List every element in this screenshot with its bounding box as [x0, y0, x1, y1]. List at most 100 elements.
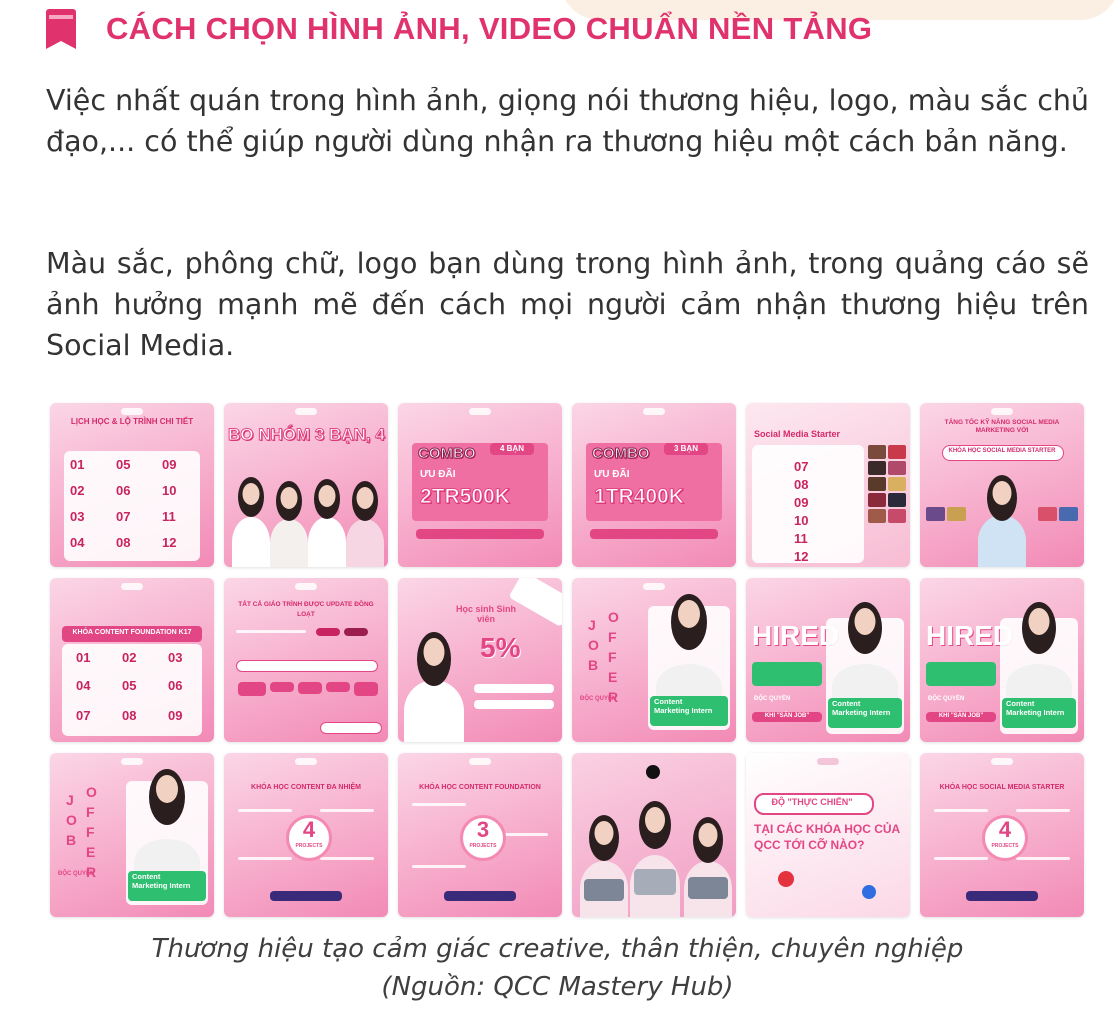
project-count: 4	[302, 817, 316, 842]
person-photo	[832, 598, 898, 708]
register-button-graphic	[444, 891, 516, 901]
bookmark-icon	[46, 9, 76, 49]
session-number: 05	[122, 678, 137, 693]
gallery-tile-content-multitask: KHÓA HỌC CONTENT ĐA NHIỆM 4 PROJECTS	[224, 753, 388, 917]
laptop-graphic	[584, 879, 624, 901]
brand-logo	[643, 408, 665, 415]
gallery-tile-curriculum-update: TẤT CẢ GIÁO TRÌNH ĐƯỢC UPDATE ĐỒNG LOẠT	[224, 578, 388, 742]
chip	[316, 628, 340, 636]
tile-heading: KHÓA HỌC SOCIAL MEDIA STARTER	[939, 784, 1065, 791]
exclusive-label: ĐỘC QUYỀN	[580, 696, 617, 702]
brand-image-gallery: LỊCH HỌC & LỘ TRÌNH CHI TIẾT 01 05 09 02…	[50, 403, 1084, 917]
session-number: 09	[162, 457, 177, 472]
step-block	[238, 682, 266, 696]
tag-text: 3 BẠN	[673, 444, 698, 453]
update-pill	[236, 660, 378, 672]
gallery-tile-combo-4: COMBO 4 BẠN ƯU ĐÃI 2TR500K	[398, 403, 562, 567]
gallery-tile-schedule: LỊCH HỌC & LỘ TRÌNH CHI TIẾT 01 05 09 02…	[50, 403, 214, 567]
tile-heading: TĂNG TỐC KỸ NĂNG SOCIAL MEDIA MARKETING …	[944, 419, 1060, 434]
combo-label: COMBO	[418, 445, 476, 463]
project-count-label: PROJECTS	[295, 843, 323, 849]
brand-logo	[643, 583, 665, 590]
person-photo	[404, 622, 464, 742]
session-number: 04	[76, 678, 91, 693]
session-number: 08	[794, 477, 809, 492]
person-photo	[656, 590, 722, 710]
session-number: 04	[70, 535, 85, 550]
session-number: 11	[794, 531, 808, 546]
brand-logo	[121, 583, 143, 590]
person-photo	[684, 809, 732, 917]
tag-text: 4 BẠN	[499, 444, 524, 453]
tile-big-text: BO NHÓM 3 BẠN, 4	[228, 425, 386, 445]
question-text: TẠI CÁC KHÓA HỌC CỦA QCC TỚI CỠ NÀO?	[754, 822, 900, 852]
brand-logo	[121, 758, 143, 765]
text-line	[934, 857, 988, 860]
info-card	[752, 662, 822, 686]
headline: ĐỘ "THỰC CHIẾN"	[771, 797, 853, 807]
person-photo	[232, 467, 270, 567]
project-count: 4	[998, 817, 1012, 842]
step-block	[270, 682, 294, 692]
session-number: 03	[168, 650, 183, 665]
gallery-tile-hired: HIRED ĐỘC QUYỀN KHI "SĂN JOB" Content Ma…	[920, 578, 1084, 742]
info-pill	[474, 700, 554, 709]
session-number: 10	[162, 483, 177, 498]
session-number: 02	[122, 650, 137, 665]
person-photo	[134, 765, 200, 885]
role-title: Content Marketing Intern	[132, 872, 191, 890]
project-count-label: PROJECTS	[469, 843, 497, 849]
combo-label: COMBO	[592, 445, 650, 463]
session-number: 11	[162, 509, 176, 524]
register-button-graphic	[966, 891, 1038, 901]
brand-logo	[295, 408, 317, 415]
info-pill	[474, 684, 554, 693]
session-number: 08	[122, 708, 137, 723]
like-icon	[862, 885, 876, 899]
offer-sub: ƯU ĐÃI	[420, 469, 456, 480]
brand-logo	[817, 758, 839, 765]
brand-logo	[469, 408, 491, 415]
brand-logo	[991, 408, 1013, 415]
text-line	[236, 630, 306, 633]
tile-heading: KHÓA HỌC CONTENT FOUNDATION	[419, 784, 541, 791]
role-title: Content Marketing Intern	[1006, 699, 1065, 717]
gallery-tile-job-offer: J O B O F F E R Content Marketing Intern…	[572, 578, 736, 742]
gallery-tile-student-discount: Học sinh Sinh viên 5%	[398, 578, 562, 742]
tile-heading: LỊCH HỌC & LỘ TRÌNH CHI TIẾT	[70, 417, 194, 426]
session-number: 07	[794, 459, 809, 474]
project-count: 3	[476, 817, 490, 842]
project-count-label: PROJECTS	[991, 843, 1019, 849]
text-line	[320, 857, 374, 860]
laptop-graphic	[634, 869, 676, 895]
person-photo	[1006, 598, 1072, 708]
offer-price: 2TR500K	[420, 485, 511, 509]
step-block	[298, 682, 322, 694]
tile-heading: Social Media Starter	[754, 429, 841, 439]
text-line	[412, 865, 466, 868]
session-number: 01	[76, 650, 91, 665]
heart-icon	[778, 871, 794, 887]
paragraph-visual-impact: Màu sắc, phông chữ, logo bạn dùng trong …	[46, 247, 1089, 362]
course-banner-text: KHÓA CONTENT FOUNDATION K17	[72, 629, 192, 636]
text-line	[320, 809, 374, 812]
ribbon	[508, 578, 562, 627]
gallery-tile-foundation-schedule: KHÓA CONTENT FOUNDATION K17 01 02 03 04 …	[50, 578, 214, 742]
session-number: 06	[116, 483, 131, 498]
session-number: 10	[794, 513, 809, 528]
tiktok-icon	[646, 765, 660, 779]
exclusive-label: ĐỘC QUYỀN	[928, 696, 965, 702]
tile-heading: KHÓA HỌC CONTENT ĐA NHIỆM	[251, 784, 361, 791]
gallery-tile-combo-3: COMBO 3 BẠN ƯU ĐÃI 1TR400K	[572, 403, 736, 567]
offer-price: 1TR400K	[594, 485, 685, 509]
gallery-tile-job-offer: J O B O F F E R Content Marketing Intern…	[50, 753, 214, 917]
laptop-graphic	[688, 877, 728, 899]
text-line	[238, 857, 292, 860]
exclusive-label: ĐỘC QUYỀN	[58, 871, 95, 877]
gallery-tile-content-foundation: KHÓA HỌC CONTENT FOUNDATION 3 PROJECTS	[398, 753, 562, 917]
role-title: Content Marketing Intern	[832, 699, 891, 717]
image-caption: Thương hiệu tạo cảm giác creative, thân …	[151, 934, 964, 964]
gallery-tile-starter-projects: KHÓA HỌC SOCIAL MEDIA STARTER 4 PROJECTS	[920, 753, 1084, 917]
tile-heading: Học sinh Sinh viên	[456, 604, 517, 624]
text-line	[238, 809, 292, 812]
